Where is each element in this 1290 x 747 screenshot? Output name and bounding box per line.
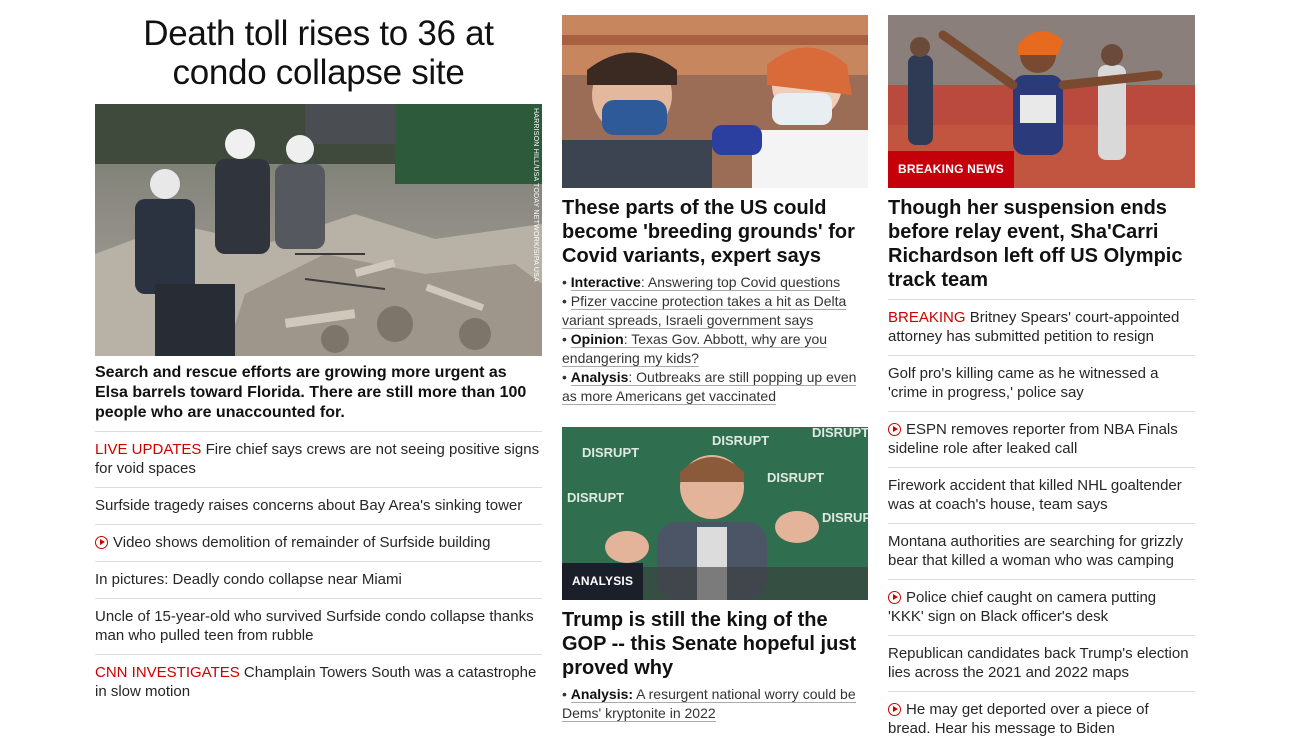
backdrop-text: DISRUPT bbox=[582, 445, 639, 460]
list-item[interactable]: Video shows demolition of remainder of S… bbox=[95, 524, 542, 561]
lead-caption[interactable]: Search and rescue efforts are growing mo… bbox=[95, 363, 542, 423]
svg-text:DISRUPT: DISRUPT bbox=[712, 433, 769, 448]
covid-vaccine-image[interactable] bbox=[562, 15, 868, 188]
list-item[interactable]: He may get deported over a piece of brea… bbox=[888, 691, 1195, 747]
trump-story-block: Trump is still the king of the GOP -- th… bbox=[562, 600, 868, 723]
olympic-runner-image[interactable]: BREAKING NEWS bbox=[888, 15, 1195, 188]
list-item[interactable]: LIVE UPDATES Fire chief says crews are n… bbox=[95, 431, 542, 487]
list-item[interactable]: Surfside tragedy raises concerns about B… bbox=[95, 487, 542, 524]
list-item[interactable]: ESPN removes reporter from NBA Finals si… bbox=[888, 411, 1195, 467]
svg-text:DISRUPT: DISRUPT bbox=[567, 490, 624, 505]
link-text[interactable]: In pictures: Deadly condo collapse near … bbox=[95, 571, 402, 588]
middle-column: These parts of the US could become 'bree… bbox=[562, 0, 879, 722]
covid-sublinks: • Interactive: Answering top Covid quest… bbox=[562, 273, 868, 406]
sublink[interactable]: • Pfizer vaccine protection takes a hit … bbox=[562, 292, 868, 330]
link-text[interactable]: Republican candidates back Trump's elect… bbox=[888, 645, 1189, 681]
condo-collapse-rescue-image bbox=[95, 104, 542, 356]
play-video-icon bbox=[888, 703, 901, 716]
right-column: BREAKING NEWS Though her suspension ends… bbox=[888, 0, 1195, 747]
link-text[interactable]: Police chief caught on camera putting 'K… bbox=[888, 589, 1156, 625]
olympic-story-title[interactable]: Though her suspension ends before relay … bbox=[888, 196, 1195, 292]
svg-text:DISRUPT: DISRUPT bbox=[767, 470, 824, 485]
play-video-icon bbox=[95, 536, 108, 549]
sublink[interactable]: • Analysis: A resurgent national worry c… bbox=[562, 685, 868, 723]
trump-analysis-image[interactable]: DISRUPT DISRUPT DISRUPT DISRUPT DISRUPT … bbox=[562, 425, 879, 600]
lead-related-links: LIVE UPDATES Fire chief says crews are n… bbox=[95, 431, 542, 710]
live-updates-tag: LIVE UPDATES bbox=[95, 441, 202, 458]
list-item[interactable]: In pictures: Deadly condo collapse near … bbox=[95, 561, 542, 598]
play-video-icon bbox=[888, 591, 901, 604]
trump-story-title[interactable]: Trump is still the king of the GOP -- th… bbox=[562, 608, 868, 680]
right-headline-list: BREAKING Britney Spears' court-appointed… bbox=[888, 299, 1195, 747]
breaking-tag: BREAKING bbox=[888, 309, 966, 326]
lead-story-column: Death toll rises to 36 at condo collapse… bbox=[95, 0, 542, 710]
sublink[interactable]: • Interactive: Answering top Covid quest… bbox=[562, 273, 868, 292]
sublink[interactable]: • Analysis: Outbreaks are still popping … bbox=[562, 368, 868, 406]
list-item[interactable]: Republican candidates back Trump's elect… bbox=[888, 635, 1195, 691]
breaking-news-tag[interactable]: BREAKING NEWS bbox=[888, 151, 1014, 188]
link-text[interactable]: Firework accident that killed NHL goalte… bbox=[888, 477, 1182, 513]
link-text[interactable]: Montana authorities are searching for gr… bbox=[888, 533, 1183, 569]
play-video-icon bbox=[888, 423, 901, 436]
list-item[interactable]: BREAKING Britney Spears' court-appointed… bbox=[888, 299, 1195, 355]
list-item[interactable]: Montana authorities are searching for gr… bbox=[888, 523, 1195, 579]
svg-text:DISRUPT: DISRUPT bbox=[822, 510, 868, 525]
trump-sublinks: • Analysis: A resurgent national worry c… bbox=[562, 685, 868, 723]
link-text[interactable]: Golf pro's killing came as he witnessed … bbox=[888, 365, 1159, 401]
lead-photo[interactable]: HARRISON HILL/USA TODAY NETWORK/SIPA USA bbox=[95, 104, 542, 356]
sublink[interactable]: • Opinion: Texas Gov. Abbott, why are yo… bbox=[562, 330, 868, 368]
vaccination-photo bbox=[562, 15, 868, 188]
link-text[interactable]: He may get deported over a piece of brea… bbox=[888, 701, 1149, 737]
photo-credit: HARRISON HILL/USA TODAY NETWORK/SIPA USA bbox=[532, 108, 539, 282]
list-item[interactable]: Uncle of 15-year-old who survived Surfsi… bbox=[95, 598, 542, 654]
svg-text:DISRUPT: DISRUPT bbox=[812, 427, 868, 440]
link-text[interactable]: ESPN removes reporter from NBA Finals si… bbox=[888, 421, 1178, 457]
covid-story-title[interactable]: These parts of the US could become 'bree… bbox=[562, 196, 868, 268]
analysis-tag[interactable]: ANALYSIS bbox=[562, 563, 644, 600]
list-item[interactable]: Police chief caught on camera putting 'K… bbox=[888, 579, 1195, 635]
list-item[interactable]: Golf pro's killing came as he witnessed … bbox=[888, 355, 1195, 411]
link-text[interactable]: Video shows demolition of remainder of S… bbox=[113, 534, 490, 551]
list-item[interactable]: CNN INVESTIGATES Champlain Towers South … bbox=[95, 654, 542, 710]
list-item[interactable]: Firework accident that killed NHL goalte… bbox=[888, 467, 1195, 523]
cnn-investigates-tag: CNN INVESTIGATES bbox=[95, 664, 240, 681]
link-text[interactable]: Surfside tragedy raises concerns about B… bbox=[95, 497, 522, 514]
link-text[interactable]: Uncle of 15-year-old who survived Surfsi… bbox=[95, 608, 534, 644]
lead-headline[interactable]: Death toll rises to 36 at condo collapse… bbox=[95, 14, 542, 92]
